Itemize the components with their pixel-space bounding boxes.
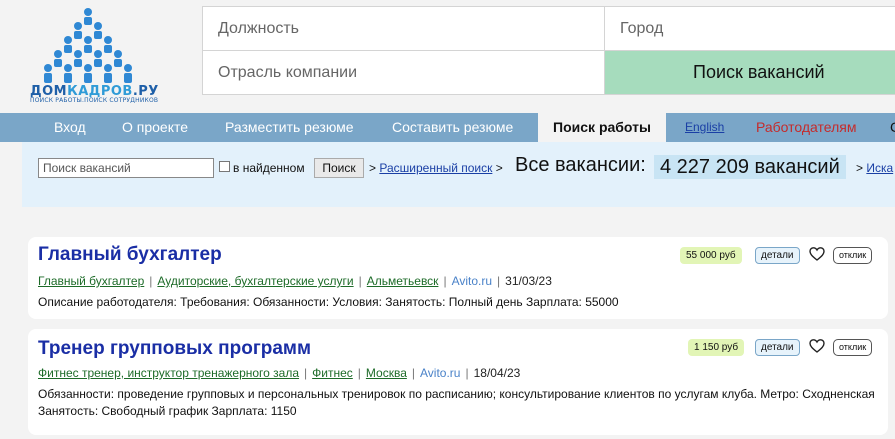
heart-icon[interactable] [809,338,825,354]
vacancy-date: 31/03/23 [505,274,552,288]
header: ДОМКАДРОВ.РУ ПОИСК РАБОТЫ.ПОИСК СОТРУДНИ… [0,0,895,113]
vacancy-source[interactable]: Avito.ru [452,274,492,288]
vacancy-description: Описание работодателя: Требования: Обяза… [38,295,619,309]
vacancy-count: 4 227 209 вакансий [654,155,846,179]
meta-separator: | [357,366,361,380]
vacancy-title[interactable]: Главный бухгалтер [38,244,222,266]
industry-input[interactable]: Отрасль компании [202,50,605,95]
vacancy-card: Главный бухгалтер Главный бухгалтер | Ауди… [28,237,888,319]
logo-subtitle: ПОИСК РАБОТЫ.ПОИСК СОТРУДНИКОВ [30,97,159,104]
details-button[interactable]: детали [755,247,800,264]
vacancy-position-link[interactable]: Фитнес тренер, инструктор тренажерного з… [38,366,299,380]
vacancy-industry-link[interactable]: Аудиторские, бухгалтерские услуги [157,274,353,288]
respond-button[interactable]: отклик [833,247,873,264]
nav-create-resume[interactable]: Составить резюме [392,113,513,142]
vacancy-city-link[interactable]: Альметьевск [367,274,439,288]
meta-separator: | [358,274,362,288]
meta-separator: | [497,274,501,288]
nav-about[interactable]: О проекте [122,113,188,142]
vacancy-industry-link[interactable]: Фитнес [312,366,353,380]
position-input[interactable]: Должность [202,6,605,51]
vacancy-source[interactable]: Avito.ru [420,366,460,380]
all-vacancies-label: Все вакансии: [515,154,646,176]
in-found-label: в найденном [233,161,305,175]
city-input[interactable]: Город [604,6,895,51]
vacancy-date: 18/04/23 [473,366,521,380]
vacancy-title[interactable]: Тренер групповых программ [38,338,311,360]
breadcrumb-separator: > [856,161,864,175]
meta-separator: | [149,274,153,288]
nav-employers[interactable]: Работодателям [756,113,857,142]
quick-search-button[interactable]: Поиск [314,158,364,178]
nav-english[interactable]: English [685,113,724,142]
vacancy-card: Тренер групповых программ Фитнес тренер,… [28,329,888,435]
vacancy-description: Обязанности: проведение групповых и перс… [38,387,875,418]
advanced-search-link[interactable]: Расширенный поиск [379,161,492,175]
vacancy-meta: Главный бухгалтер | Аудиторские, бухгалтер… [38,274,552,288]
breadcrumb-separator: > [495,161,503,175]
vacancy-city-link[interactable]: Москва [366,366,407,380]
search-vacancies-button[interactable]: Поиск вакансий [604,50,895,95]
vacancy-position-link[interactable]: Главный бухгалтер [38,274,144,288]
nav-post-resume[interactable]: Разместить резюме [225,113,354,142]
next-breadcrumb-link[interactable]: Иска [866,161,893,175]
details-button[interactable]: детали [755,339,800,356]
breadcrumb-next: > Иска [856,161,893,175]
vacancy-meta: Фитнес тренер, инструктор тренажерного з… [38,366,520,380]
meta-separator: | [465,366,469,380]
main-nav: Вход О проекте Разместить резюме Состави… [0,113,895,142]
breadcrumb-separator: > [369,161,377,175]
nav-login[interactable]: Вход [54,113,86,142]
salary-badge: 55 000 руб [680,247,742,264]
nav-overflow-item[interactable]: С [890,113,895,142]
quick-search-input[interactable]: Поиск вакансий [38,158,214,178]
meta-separator: | [443,274,447,288]
meta-separator: | [304,366,308,380]
salary-badge: 1 150 руб [688,339,745,356]
in-found-checkbox[interactable] [219,161,230,172]
meta-separator: | [411,366,415,380]
breadcrumb: > Расширенный поиск > [369,161,503,175]
vacancy-search-form: Должность Город Отрасль компании Поиск в… [202,6,895,95]
heart-icon[interactable] [809,246,825,262]
respond-button[interactable]: отклик [833,339,873,356]
nav-job-search[interactable]: Поиск работы [538,113,666,142]
